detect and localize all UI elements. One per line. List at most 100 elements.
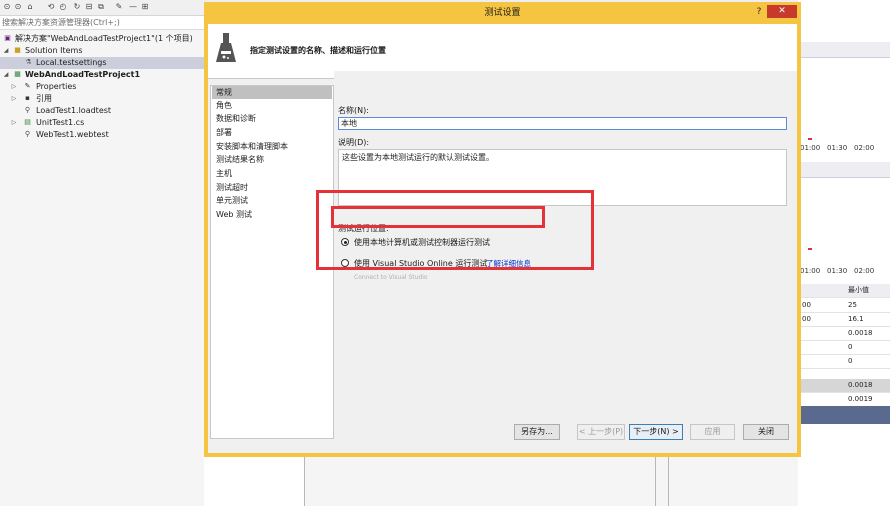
table-header-row: 最小值 bbox=[798, 284, 890, 298]
save-as-button[interactable]: 另存为... bbox=[514, 424, 560, 440]
table-cell: 0.0019 bbox=[848, 395, 873, 403]
divider bbox=[304, 457, 305, 506]
collapsed-arrow-icon[interactable]: ▷ bbox=[11, 93, 17, 105]
time-tick-label: 02:00 bbox=[854, 144, 875, 152]
table-row[interactable]: 0.0019 bbox=[798, 393, 890, 407]
history-icon[interactable]: ◴ bbox=[58, 2, 68, 12]
collapse-icon[interactable]: ⊟ bbox=[84, 2, 94, 12]
description-label: 说明(D): bbox=[338, 138, 370, 147]
vso-connect-hint: Connect to Visual Studio bbox=[354, 274, 428, 281]
flask-icon bbox=[216, 33, 236, 62]
dialog-title-bar[interactable]: 测试设置 ? ✕ bbox=[204, 2, 801, 24]
annotation-outer-red-box bbox=[316, 190, 594, 270]
close-button[interactable]: 关闭 bbox=[743, 424, 789, 440]
nav-item-web-test[interactable]: Web 测试 bbox=[212, 208, 332, 221]
csharp-file-icon: ▤ bbox=[24, 118, 31, 126]
nav-item-test-timeouts[interactable]: 测试超时 bbox=[212, 181, 332, 194]
table-row[interactable]: 00 16.1 bbox=[798, 313, 890, 327]
graph-line-fragment bbox=[808, 248, 812, 250]
close-window-button[interactable]: ✕ bbox=[767, 5, 797, 18]
table-cell: 25 bbox=[848, 301, 857, 309]
expanded-arrow-icon[interactable]: ◢ bbox=[3, 45, 9, 57]
apply-button[interactable]: 应用 bbox=[690, 424, 735, 440]
table-row[interactable] bbox=[798, 366, 890, 380]
nav-item-unit-test[interactable]: 单元测试 bbox=[212, 194, 332, 207]
tree-item-label: 引用 bbox=[36, 94, 52, 103]
divider bbox=[668, 457, 669, 506]
tree-item-unittest[interactable]: ▷ ▤ UnitTest1.cs bbox=[0, 117, 204, 129]
wrench-icon: ✎ bbox=[24, 82, 31, 90]
preview-icon[interactable]: — bbox=[128, 2, 138, 12]
dialog-title: 测试设置 bbox=[484, 8, 521, 18]
nav-item-setup-cleanup-scripts[interactable]: 安装脚本和清理脚本 bbox=[212, 140, 332, 153]
name-input[interactable]: 本地 bbox=[338, 117, 787, 130]
table-cell: 0.0018 bbox=[848, 329, 873, 337]
editor-background bbox=[304, 457, 798, 506]
webtest-icon: ⚲ bbox=[24, 130, 31, 138]
solution-explorer-search[interactable]: 搜索解决方案资源管理器(Ctrl+;) bbox=[0, 16, 204, 30]
expanded-arrow-icon[interactable]: ◢ bbox=[3, 69, 9, 81]
tree-item-label: UnitTest1.cs bbox=[36, 118, 85, 127]
table-cell: 16.1 bbox=[848, 315, 864, 323]
name-label: 名称(N): bbox=[338, 106, 369, 115]
tree-item-label: 解决方案"WebAndLoadTestProject1"(1 个项目) bbox=[15, 34, 193, 43]
graph-line-fragment bbox=[808, 138, 812, 140]
solution-icon: ▣ bbox=[4, 34, 11, 42]
back-icon[interactable]: ⊙ bbox=[2, 2, 12, 12]
tree-item-webtest[interactable]: ⚲ WebTest1.webtest bbox=[0, 129, 204, 141]
tree-item-local-testsettings[interactable]: ⚗ Local.testsettings bbox=[0, 57, 204, 69]
tree-item-label: WebAndLoadTestProject1 bbox=[25, 70, 141, 79]
sync-icon[interactable]: ⟲ bbox=[46, 2, 56, 12]
properties-wrench-icon[interactable]: ✎ bbox=[114, 2, 124, 12]
table-row[interactable]: 0.0018 bbox=[798, 379, 890, 393]
solution-explorer-toolbar: ⊙ ⊙ ⌂ ⟲ ◴ ↻ ⊟ ⧉ ✎ — ⊞ bbox=[0, 0, 204, 16]
table-cell: 00 bbox=[802, 315, 811, 323]
tree-item-label: LoadTest1.loadtest bbox=[36, 106, 112, 115]
table-row[interactable]: 0.0018 bbox=[798, 327, 890, 341]
graph-header bbox=[798, 162, 890, 178]
solution-explorer: ⊙ ⊙ ⌂ ⟲ ◴ ↻ ⊟ ⧉ ✎ — ⊞ 搜索解决方案资源管理器(Ctrl+;… bbox=[0, 0, 204, 506]
nav-item-general[interactable]: 常规 bbox=[212, 86, 332, 99]
class-view-icon[interactable]: ⊞ bbox=[140, 2, 150, 12]
home-icon[interactable]: ⌂ bbox=[25, 2, 35, 12]
tree-item-references[interactable]: ▷ ▪ 引用 bbox=[0, 93, 204, 105]
nav-item-test-results-names[interactable]: 测试结果名称 bbox=[212, 153, 332, 166]
time-tick-label: 01:00 bbox=[800, 267, 821, 275]
show-all-icon[interactable]: ⧉ bbox=[96, 2, 106, 12]
time-tick-label: 01:00 bbox=[800, 144, 821, 152]
nav-item-data-diagnostics[interactable]: 数据和诊断 bbox=[212, 112, 332, 125]
forward-icon[interactable]: ⊙ bbox=[13, 2, 23, 12]
panel-footer-bar bbox=[798, 406, 890, 424]
tree-item-solution-items[interactable]: ◢ ■ Solution Items bbox=[0, 45, 204, 57]
tree-item-loadtest[interactable]: ⚲ LoadTest1.loadtest bbox=[0, 105, 204, 117]
tree-item-project[interactable]: ◢ ▦ WebAndLoadTestProject1 bbox=[0, 69, 204, 81]
next-button[interactable]: 下一步(N) > bbox=[629, 424, 683, 440]
graph-header bbox=[798, 42, 890, 58]
tree-item-label: Properties bbox=[36, 82, 77, 91]
nav-item-hosts[interactable]: 主机 bbox=[212, 167, 332, 180]
collapsed-arrow-icon[interactable]: ▷ bbox=[11, 117, 17, 129]
tree-item-properties[interactable]: ▷ ✎ Properties bbox=[0, 81, 204, 93]
nav-item-roles[interactable]: 角色 bbox=[212, 99, 332, 112]
table-row[interactable]: 0 bbox=[798, 341, 890, 355]
references-icon: ▪ bbox=[25, 94, 30, 102]
tree-item-label: Solution Items bbox=[25, 46, 83, 55]
folder-icon: ■ bbox=[14, 46, 21, 54]
table-cell: 00 bbox=[802, 301, 811, 309]
table-row[interactable]: 00 25 bbox=[798, 299, 890, 313]
load-test-results-panel: 01:00 01:30 02:00 01:00 01:30 02:00 最小值 … bbox=[798, 0, 890, 506]
table-cell: 0.0018 bbox=[848, 381, 873, 389]
search-placeholder: 搜索解决方案资源管理器(Ctrl+;) bbox=[2, 18, 120, 27]
table-cell: 0 bbox=[848, 343, 853, 351]
loadtest-icon: ⚲ bbox=[24, 106, 31, 114]
tree-item-solution[interactable]: ▣ 解决方案"WebAndLoadTestProject1"(1 个项目) bbox=[0, 33, 204, 45]
time-tick-label: 02:00 bbox=[854, 267, 875, 275]
help-button[interactable]: ? bbox=[750, 6, 768, 18]
refresh-icon[interactable]: ↻ bbox=[72, 2, 82, 12]
time-tick-label: 01:30 bbox=[827, 267, 848, 275]
previous-button[interactable]: < 上一步(P) bbox=[577, 424, 625, 440]
collapsed-arrow-icon[interactable]: ▷ bbox=[11, 81, 17, 93]
project-icon: ▦ bbox=[14, 70, 21, 78]
divider bbox=[655, 457, 656, 506]
nav-item-deployment[interactable]: 部署 bbox=[212, 126, 332, 139]
